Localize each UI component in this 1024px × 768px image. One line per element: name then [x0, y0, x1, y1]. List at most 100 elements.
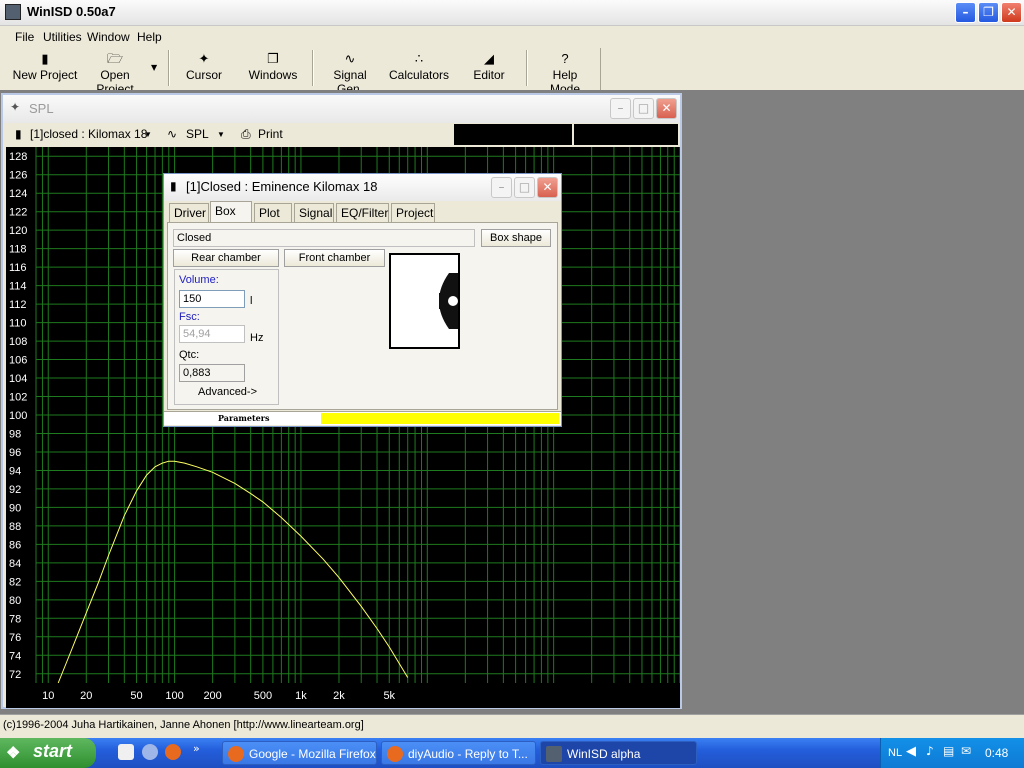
- maximize-icon[interactable]: □: [514, 177, 535, 198]
- plot-select[interactable]: SPL: [186, 127, 209, 141]
- project-icon: ▮: [15, 127, 22, 141]
- tab-box[interactable]: Box: [210, 201, 252, 223]
- app-icon: [546, 746, 562, 762]
- sine-wave-icon: ∿: [344, 51, 356, 66]
- spl-window-titlebar[interactable]: ✦ SPL – □ ✕: [3, 95, 680, 123]
- y-tick-label: 94: [9, 465, 21, 477]
- box-shape-button[interactable]: Box shape: [481, 229, 551, 247]
- tab-plot[interactable]: Plot: [254, 203, 292, 222]
- menu-utilities[interactable]: Utilities: [43, 30, 82, 44]
- volume-icon[interactable]: ♪: [926, 744, 934, 758]
- start-button[interactable]: ❖ start: [0, 738, 96, 768]
- minimize-icon[interactable]: –: [491, 177, 512, 198]
- ie-quicklaunch-icon[interactable]: [118, 744, 134, 760]
- speaker-driver-icon: [439, 273, 458, 329]
- app-titlebar: WinISD 0.50a7 – ❐ ✕: [0, 0, 1024, 26]
- open-project-button[interactable]: 🗁 Open Project: [80, 50, 150, 96]
- maximize-icon[interactable]: □: [633, 98, 654, 119]
- fsc-input[interactable]: 54,94: [179, 325, 245, 343]
- speaker-editor-icon: ◢: [484, 51, 494, 66]
- chevron-right-icon[interactable]: »: [193, 742, 200, 755]
- minimize-icon[interactable]: –: [955, 2, 976, 23]
- language-indicator[interactable]: NL: [888, 747, 902, 759]
- y-tick-label: 108: [9, 336, 27, 348]
- y-tick-label: 90: [9, 502, 21, 514]
- outlook-quicklaunch-icon[interactable]: [142, 744, 158, 760]
- editor-button[interactable]: ◢ Editor: [470, 50, 508, 88]
- fsc-label: Fsc:: [179, 311, 200, 323]
- menu-file[interactable]: File: [15, 30, 34, 44]
- x-tick-label: 5k: [383, 690, 395, 702]
- volume-input[interactable]: 150: [179, 290, 245, 308]
- parameters-indicator: [321, 413, 559, 424]
- status-strip: Parameters: [164, 411, 561, 425]
- signal-gen-button[interactable]: ∿ Signal Gen.: [320, 50, 380, 96]
- y-tick-label: 114: [9, 281, 27, 293]
- open-folder-icon: 🗁: [106, 51, 124, 66]
- calculators-button[interactable]: ∴ Calculators: [389, 50, 449, 88]
- y-tick-label: 92: [9, 484, 21, 496]
- y-tick-label: 82: [9, 576, 21, 588]
- x-tick-label: 100: [165, 690, 183, 702]
- dialog-title: [1]Closed : Eminence Kilomax 18: [186, 179, 378, 194]
- y-tick-label: 128: [9, 151, 27, 163]
- y-tick-label: 100: [9, 410, 27, 422]
- y-tick-label: 72: [9, 669, 21, 681]
- project-select[interactable]: [1]closed : Kilomax 18: [30, 127, 147, 141]
- network-icon[interactable]: ▤: [943, 744, 954, 758]
- new-project-label: New Project: [12, 68, 78, 82]
- y-tick-label: 120: [9, 225, 27, 237]
- mail-icon[interactable]: ✉: [961, 744, 971, 758]
- menu-window[interactable]: Window: [87, 30, 130, 44]
- close-icon[interactable]: ✕: [656, 98, 677, 119]
- qtc-field: 0,883: [179, 364, 245, 382]
- app-icon: [5, 4, 21, 20]
- y-tick-label: 80: [9, 595, 21, 607]
- rear-chamber-button[interactable]: Rear chamber: [173, 249, 279, 267]
- firefox-quicklaunch-icon[interactable]: [165, 744, 181, 760]
- tab-signal[interactable]: Signal: [294, 203, 334, 222]
- task-firefox-google[interactable]: Google - Mozilla Firefox: [222, 741, 377, 765]
- windows-logo-icon: ❖: [6, 745, 21, 762]
- y-tick-label: 122: [9, 207, 27, 219]
- y-tick-label: 110: [9, 318, 27, 330]
- tab-eq-filter[interactable]: EQ/Filter: [336, 203, 389, 222]
- front-chamber-button[interactable]: Front chamber: [284, 249, 385, 267]
- tab-driver[interactable]: Driver: [169, 203, 209, 222]
- tab-project[interactable]: Project: [391, 203, 435, 222]
- dialog-titlebar[interactable]: ▮ [1]Closed : Eminence Kilomax 18 – □ ✕: [164, 174, 561, 201]
- new-project-button[interactable]: ▮ New Project: [12, 50, 78, 88]
- help-mode-button[interactable]: ? Help Mode: [536, 50, 594, 96]
- chevron-down-icon[interactable]: ▼: [217, 130, 225, 139]
- y-tick-label: 104: [9, 373, 27, 385]
- open-project-dropdown-icon[interactable]: ▼: [151, 63, 157, 72]
- question-icon: ?: [561, 51, 569, 66]
- print-button[interactable]: Print: [258, 127, 283, 141]
- y-tick-label: 118: [9, 244, 27, 256]
- menu-help[interactable]: Help: [137, 30, 162, 44]
- advanced-button[interactable]: Advanced->: [198, 386, 257, 398]
- box-dialog: ▮ [1]Closed : Eminence Kilomax 18 – □ ✕ …: [163, 173, 562, 427]
- toolbar-edge: [600, 48, 601, 90]
- y-tick-label: 124: [9, 188, 27, 200]
- windows-label: Windows: [248, 68, 298, 82]
- y-tick-label: 96: [9, 447, 21, 459]
- cursor-readout-y: [574, 124, 678, 145]
- tray-collapse-icon[interactable]: ◀: [906, 744, 916, 759]
- chevron-down-icon[interactable]: ▼: [144, 130, 152, 139]
- y-tick-label: 106: [9, 355, 27, 367]
- y-tick-label: 78: [9, 613, 21, 625]
- windows-button[interactable]: ❐ Windows: [246, 50, 300, 88]
- y-tick-label: 126: [9, 170, 27, 182]
- x-tick-label: 2k: [333, 690, 345, 702]
- y-tick-label: 112: [9, 299, 27, 311]
- cursor-button[interactable]: ✦ Cursor: [180, 50, 228, 88]
- task-winisd[interactable]: WinISD alpha: [540, 741, 697, 765]
- restore-icon[interactable]: ❐: [978, 2, 999, 23]
- minimize-icon[interactable]: –: [610, 98, 631, 119]
- close-icon[interactable]: ✕: [1001, 2, 1022, 23]
- task-firefox-diyaudio[interactable]: diyAudio - Reply to T...: [381, 741, 536, 765]
- y-tick-label: 116: [9, 262, 27, 274]
- y-tick-label: 74: [9, 650, 21, 662]
- close-icon[interactable]: ✕: [537, 177, 558, 198]
